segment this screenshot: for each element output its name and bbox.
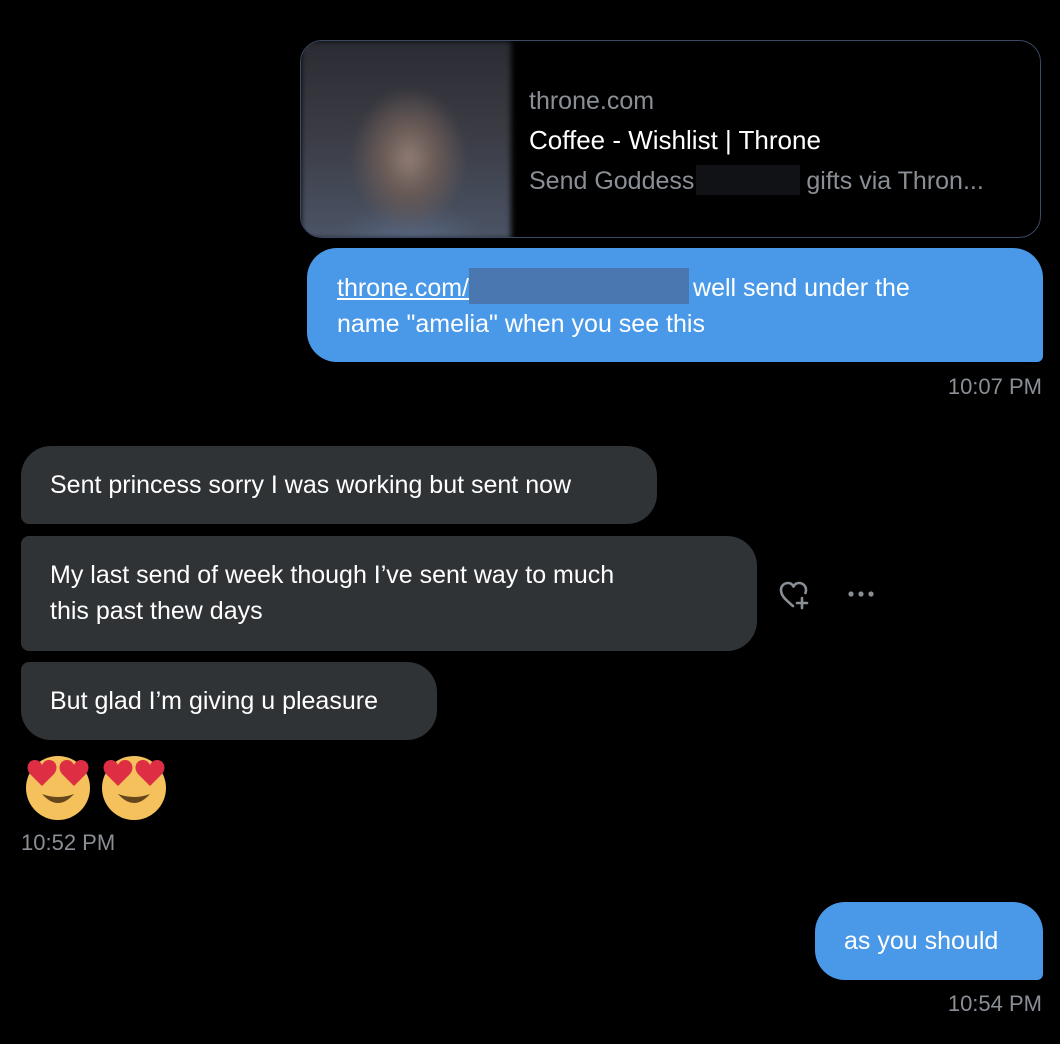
link-preview-card[interactable]: throne.com Coffee - Wishlist | Throne Se… (300, 40, 1041, 238)
redaction-block (696, 165, 801, 195)
message-timestamp: 10:07 PM (947, 374, 1042, 399)
description-start: Send Goddess (529, 167, 695, 195)
heart-plus-icon[interactable] (776, 577, 816, 613)
message-text: well send under the (693, 274, 910, 302)
message-timestamp: 10:52 PM (21, 830, 116, 855)
outgoing-message[interactable]: as you should (815, 902, 1043, 980)
link-preview-thumbnail (301, 41, 511, 237)
heart-eyes-emoji (22, 750, 94, 822)
description-end: gifts via Thron... (806, 167, 984, 195)
message-line-1: throne.com/well send under the (337, 268, 1013, 306)
message-link[interactable]: throne.com/ (337, 274, 469, 302)
message-text: But glad I’m giving u pleasure (50, 687, 378, 715)
redaction-block (469, 268, 690, 304)
incoming-message[interactable]: Sent princess sorry I was working but se… (21, 446, 657, 524)
message-line-1: My last send of week though I’ve sent wa… (50, 561, 615, 589)
heart-eyes-emoji (98, 750, 170, 822)
message-line-2: name "amelia" when you see this (337, 310, 705, 338)
message-text: Sent princess sorry I was working but se… (50, 471, 572, 499)
message-timestamp: 10:54 PM (947, 991, 1042, 1016)
message-line-2: this past thew days (50, 597, 263, 625)
link-preview-description: Send Goddess gifts via Thron... (529, 165, 984, 196)
link-preview-domain: throne.com (529, 87, 655, 115)
incoming-message[interactable]: My last send of week though I’ve sent wa… (21, 536, 757, 651)
more-options-icon[interactable] (844, 581, 880, 607)
outgoing-message[interactable]: throne.com/well send under the name "ame… (307, 248, 1043, 362)
incoming-message[interactable]: But glad I’m giving u pleasure (21, 662, 437, 740)
link-preview-title: Coffee - Wishlist | Throne (529, 125, 821, 155)
message-text: as you should (844, 927, 999, 955)
